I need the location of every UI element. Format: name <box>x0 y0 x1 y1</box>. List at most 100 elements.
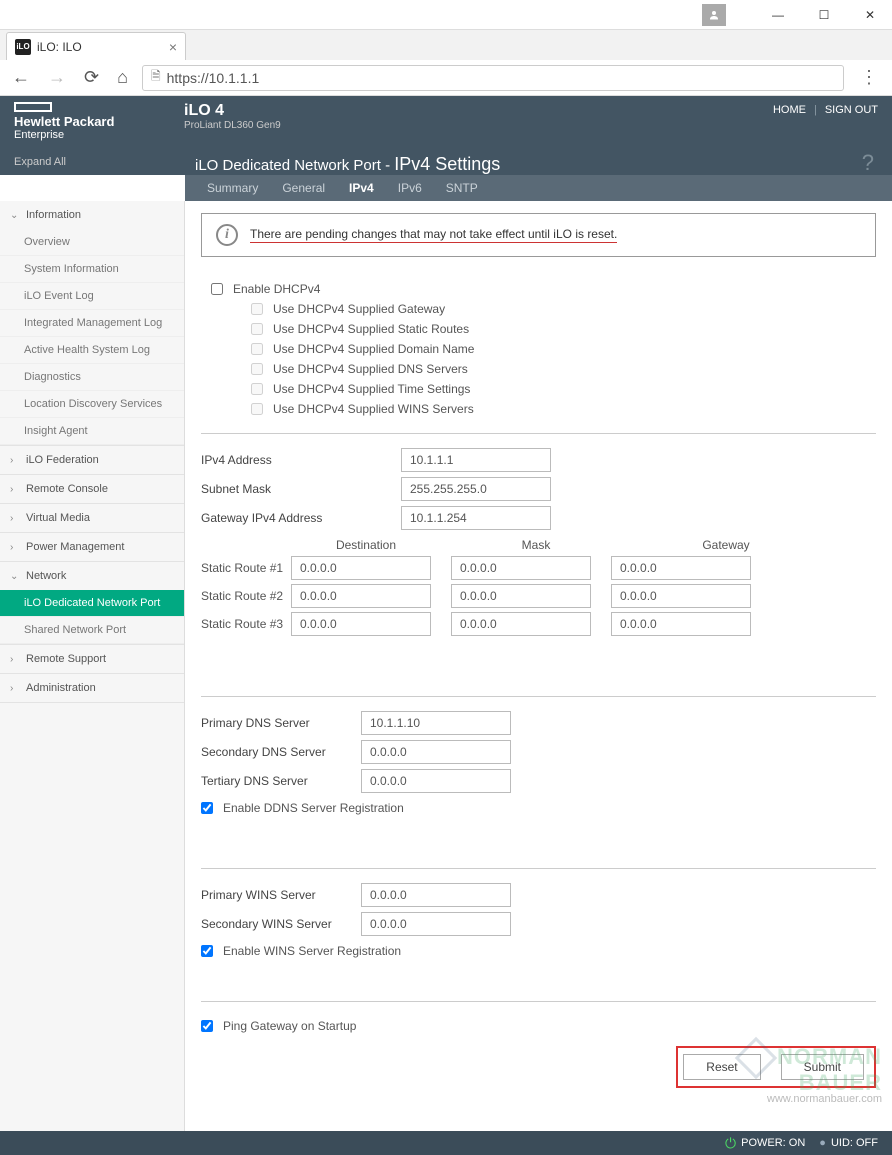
top-links: HOME | SIGN OUT <box>773 102 878 150</box>
user-icon <box>702 4 726 26</box>
submit-button[interactable]: Submit <box>781 1054 864 1080</box>
ping-gateway-checkbox[interactable]: Ping Gateway on Startup <box>201 1016 876 1036</box>
primary-wins-label: Primary WINS Server <box>201 888 361 902</box>
dhcp-opt-checkbox[interactable]: Use DHCPv4 Supplied Gateway <box>211 299 876 319</box>
window-minimize-button[interactable]: — <box>764 5 792 25</box>
subnet-mask-label: Subnet Mask <box>201 482 401 496</box>
page-title-row: Expand All iLO Dedicated Network Port - … <box>0 150 892 175</box>
nav-item-integrated-management-log[interactable]: Integrated Management Log <box>0 310 184 337</box>
primary-wins-input[interactable] <box>361 883 511 907</box>
uid-status[interactable]: ● UID: OFF <box>819 1137 878 1149</box>
tertiary-dns-label: Tertiary DNS Server <box>201 774 361 788</box>
window-close-button[interactable]: ✕ <box>856 5 884 25</box>
tab-ipv6[interactable]: IPv6 <box>386 175 434 201</box>
back-button[interactable]: ← <box>8 65 34 90</box>
nav-item-shared-network-port[interactable]: Shared Network Port <box>0 617 184 644</box>
nav-network[interactable]: ⌄Network <box>0 562 184 590</box>
route-mask-input[interactable] <box>451 584 591 608</box>
nav-item-insight-agent[interactable]: Insight Agent <box>0 418 184 445</box>
enable-ddns-checkbox[interactable]: Enable DDNS Server Registration <box>201 798 876 818</box>
page-title: iLO Dedicated Network Port - IPv4 Settin… <box>195 157 500 174</box>
route-mask-input[interactable] <box>451 556 591 580</box>
favicon-icon: iLO <box>15 39 31 55</box>
tab-close-icon[interactable]: × <box>169 39 177 55</box>
tertiary-dns-input[interactable] <box>361 769 511 793</box>
nav-item-active-health-system-log[interactable]: Active Health System Log <box>0 337 184 364</box>
browser-menu-icon[interactable]: ⋮ <box>854 67 884 88</box>
nav-administration[interactable]: ›Administration <box>0 674 184 702</box>
route-dest-input[interactable] <box>291 556 431 580</box>
chevron-down-icon: ⌄ <box>10 571 20 582</box>
primary-dns-input[interactable] <box>361 711 511 735</box>
expand-all-link[interactable]: Expand All <box>0 150 185 175</box>
action-buttons: Reset Submit <box>676 1046 876 1088</box>
subnet-mask-input[interactable] <box>401 477 551 501</box>
nav-item-location-discovery-services[interactable]: Location Discovery Services <box>0 391 184 418</box>
route-dest-input[interactable] <box>291 612 431 636</box>
alert-banner: i There are pending changes that may not… <box>201 213 876 257</box>
power-icon: ⏻ <box>725 1135 736 1152</box>
chevron-right-icon: › <box>10 455 20 466</box>
dhcp-opt-checkbox[interactable]: Use DHCPv4 Supplied Static Routes <box>211 319 876 339</box>
chevron-right-icon: › <box>10 683 20 694</box>
help-icon[interactable]: ? <box>862 150 874 176</box>
secondary-dns-input[interactable] <box>361 740 511 764</box>
reset-button[interactable]: Reset <box>683 1054 760 1080</box>
forward-button[interactable]: → <box>44 65 70 90</box>
alert-message: There are pending changes that may not t… <box>250 227 617 243</box>
nav-remote-console[interactable]: ›Remote Console <box>0 475 184 503</box>
sidebar: ⌄InformationOverviewSystem InformationiL… <box>0 201 185 1131</box>
enable-wins-reg-checkbox[interactable]: Enable WINS Server Registration <box>201 941 876 961</box>
static-route-row: Static Route #2 <box>201 584 876 608</box>
nav-power-management[interactable]: ›Power Management <box>0 533 184 561</box>
signout-link[interactable]: SIGN OUT <box>825 104 878 116</box>
dhcp-opt-checkbox[interactable]: Use DHCPv4 Supplied Domain Name <box>211 339 876 359</box>
browser-tab[interactable]: iLO iLO: ILO × <box>6 32 186 60</box>
route-gw-input[interactable] <box>611 612 751 636</box>
url-text: https://10.1.1.1 <box>167 70 260 86</box>
nav-ilo-federation[interactable]: ›iLO Federation <box>0 446 184 474</box>
nav-information[interactable]: ⌄Information <box>0 201 184 229</box>
home-link[interactable]: HOME <box>773 104 806 116</box>
nav-item-overview[interactable]: Overview <box>0 229 184 256</box>
tab-ipv4[interactable]: IPv4 <box>337 175 386 201</box>
dhcp-opt-checkbox[interactable]: Use DHCPv4 Supplied Time Settings <box>211 379 876 399</box>
reload-button[interactable]: ⟳ <box>80 65 103 90</box>
chevron-right-icon: › <box>10 513 20 524</box>
ipv4-address-input[interactable] <box>401 448 551 472</box>
tab-sntp[interactable]: SNTP <box>434 175 490 201</box>
dhcp-opt-checkbox[interactable]: Use DHCPv4 Supplied WINS Servers <box>211 399 876 419</box>
static-route-header: Destination Mask Gateway <box>201 538 876 552</box>
dhcp-opt-checkbox[interactable]: Use DHCPv4 Supplied DNS Servers <box>211 359 876 379</box>
route-dest-input[interactable] <box>291 584 431 608</box>
nav-remote-support[interactable]: ›Remote Support <box>0 645 184 673</box>
route-label: Static Route #2 <box>201 589 291 603</box>
tab-summary[interactable]: Summary <box>195 175 270 201</box>
ipv4-address-label: IPv4 Address <box>201 453 401 467</box>
static-route-row: Static Route #3 <box>201 612 876 636</box>
nav-item-system-information[interactable]: System Information <box>0 256 184 283</box>
home-button[interactable]: ⌂ <box>113 65 132 90</box>
static-route-row: Static Route #1 <box>201 556 876 580</box>
secondary-wins-input[interactable] <box>361 912 511 936</box>
window-maximize-button[interactable]: ☐ <box>810 5 838 25</box>
enable-dhcpv4-checkbox[interactable]: Enable DHCPv4 <box>211 279 876 299</box>
nav-item-diagnostics[interactable]: Diagnostics <box>0 364 184 391</box>
route-gw-input[interactable] <box>611 556 751 580</box>
gateway-label: Gateway IPv4 Address <box>201 511 401 525</box>
dhcp-section: Enable DHCPv4 Use DHCPv4 Supplied Gatewa… <box>201 279 876 419</box>
dns-section: Primary DNS Server Secondary DNS Server … <box>201 711 876 818</box>
nav-item-ilo-dedicated-network-port[interactable]: iLO Dedicated Network Port <box>0 590 184 617</box>
page-tabs: SummaryGeneralIPv4IPv6SNTP <box>185 175 892 201</box>
browser-tab-strip: iLO iLO: ILO × <box>0 30 892 60</box>
primary-dns-label: Primary DNS Server <box>201 716 361 730</box>
gateway-input[interactable] <box>401 506 551 530</box>
nav-virtual-media[interactable]: ›Virtual Media <box>0 504 184 532</box>
route-mask-input[interactable] <box>451 612 591 636</box>
tab-general[interactable]: General <box>270 175 337 201</box>
power-status[interactable]: ⏻ POWER: ON <box>725 1135 805 1152</box>
browser-toolbar: ← → ⟳ ⌂ 🗎 https://10.1.1.1 ⋮ <box>0 60 892 96</box>
address-bar[interactable]: 🗎 https://10.1.1.1 <box>142 65 844 91</box>
route-gw-input[interactable] <box>611 584 751 608</box>
nav-item-ilo-event-log[interactable]: iLO Event Log <box>0 283 184 310</box>
